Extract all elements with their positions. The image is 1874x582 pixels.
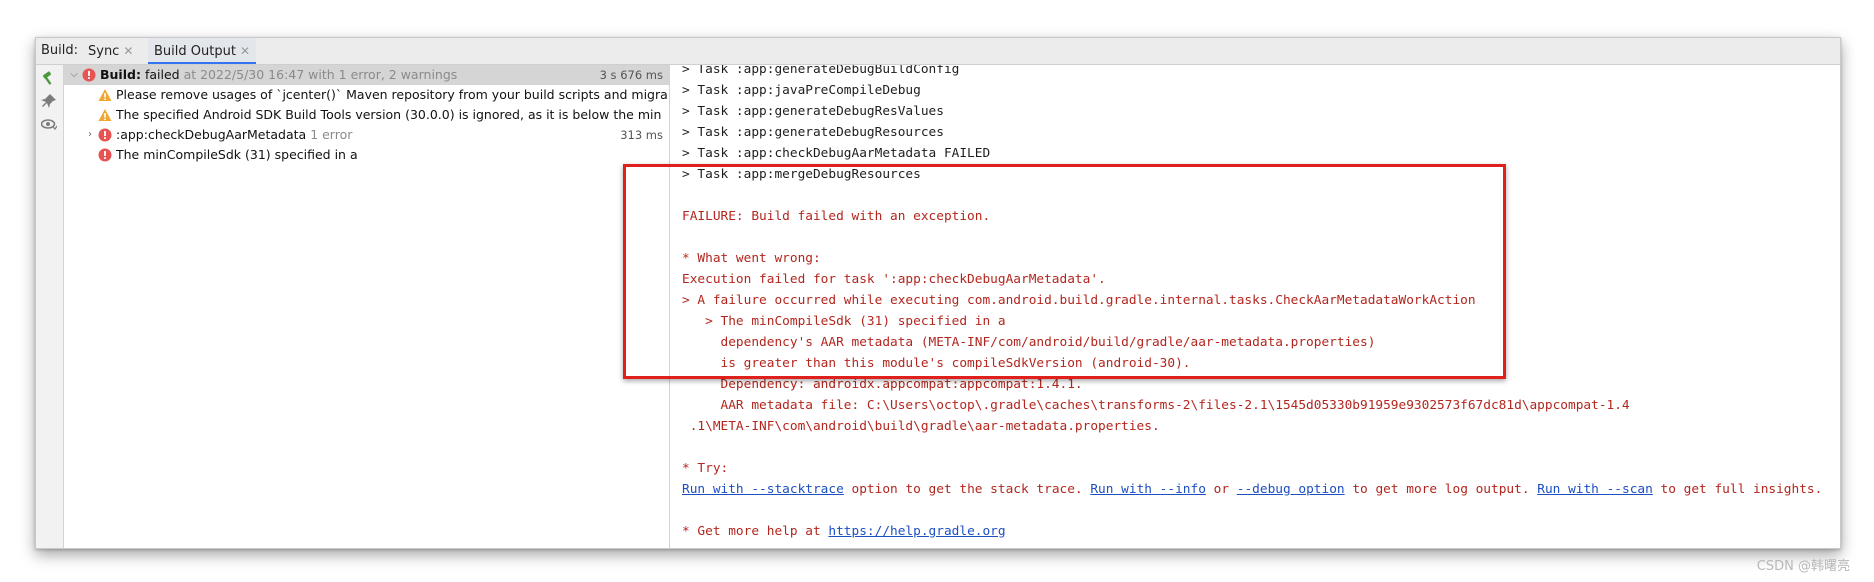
try-text: to get more log output.	[1344, 482, 1538, 497]
build-tabbar: Build: Sync ✕ Build Output ✕	[36, 38, 1840, 65]
warning-text: The specified Android SDK Build Tools ve…	[116, 107, 662, 122]
failure-line: Dependency: androidx.appcompat:appcompat…	[682, 377, 1083, 392]
build-tree: ⌵ Build: failed at 2022/5/30 16:47 with …	[64, 65, 670, 548]
try-text: to get full insights.	[1652, 482, 1823, 497]
tree-root-row[interactable]: ⌵ Build: failed at 2022/5/30 16:47 with …	[64, 65, 669, 85]
failure-line: FAILURE: Build failed with an exception.	[682, 209, 991, 224]
build-tool-window: Build: Sync ✕ Build Output ✕ ⌵ Build: fa…	[35, 37, 1841, 549]
scan-link[interactable]: Run with --scan	[1537, 482, 1653, 497]
help-prefix: * Get more help at	[682, 524, 829, 539]
warning-icon	[98, 109, 112, 121]
tree-warning-row[interactable]: Please remove usages of `jcenter()` Mave…	[64, 85, 669, 105]
failure-line: AAR metadata file: C:\Users\octop\.gradl…	[682, 398, 1630, 413]
tool-strip	[36, 65, 64, 548]
failure-line: Execution failed for task ':app:checkDeb…	[682, 272, 1106, 287]
failure-line: .1\META-INF\com\android\build\gradle\aar…	[682, 419, 1160, 434]
try-label: * Try:	[682, 461, 729, 476]
failure-line: * What went wrong:	[682, 251, 821, 266]
build-console[interactable]: > Task :app:generateDebugBuildConfig > T…	[670, 65, 1840, 548]
task-duration: 313 ms	[620, 128, 663, 142]
chevron-down-icon[interactable]: ⌵	[68, 65, 80, 85]
warning-text: Please remove usages of `jcenter()` Mave…	[116, 87, 668, 102]
watermark: CSDN @韩曙亮	[1756, 559, 1850, 574]
task-line: > Task :app:mergeDebugResources	[682, 167, 921, 182]
failure-line: is greater than this module's compileSdk…	[682, 356, 1191, 371]
chevron-right-icon[interactable]: ›	[84, 125, 96, 145]
task-line: > Task :app:generateDebugResources	[682, 125, 944, 140]
root-status: failed	[144, 67, 180, 82]
root-detail: at 2022/5/30 16:47 with 1 error, 2 warni…	[183, 67, 458, 82]
failure-line: > A failure occurred while executing com…	[682, 293, 1476, 308]
error-icon	[98, 148, 112, 162]
pin-icon[interactable]	[41, 93, 57, 109]
tab-build-output[interactable]: Build Output ✕	[148, 38, 256, 64]
info-link[interactable]: Run with --info	[1090, 482, 1206, 497]
task-line: > Task :app:generateDebugBuildConfig	[682, 65, 960, 77]
task-line: > Task :app:checkDebugAarMetadata FAILED	[682, 146, 991, 161]
close-icon[interactable]: ✕	[240, 44, 250, 58]
tree-error-row[interactable]: The minCompileSdk (31) specified in a	[64, 145, 669, 165]
failure-line: > The minCompileSdk (31) specified in a	[682, 314, 1006, 329]
build-panel-title: Build:	[41, 43, 79, 58]
error-text: The minCompileSdk (31) specified in a	[116, 147, 358, 162]
warning-icon	[98, 89, 112, 101]
task-line: > Task :app:generateDebugResValues	[682, 104, 944, 119]
tree-warning-row[interactable]: The specified Android SDK Build Tools ve…	[64, 105, 669, 125]
help-line: * Get more help at https://help.gradle.o…	[682, 521, 1006, 542]
try-line: Run with --stacktrace option to get the …	[682, 479, 1822, 500]
help-link[interactable]: https://help.gradle.org	[828, 524, 1005, 539]
task-error-count: 1 error	[310, 127, 353, 142]
hammer-icon[interactable]	[41, 70, 57, 86]
close-icon[interactable]: ✕	[123, 44, 133, 58]
error-icon	[98, 128, 112, 142]
root-label: Build:	[100, 67, 141, 82]
task-label: :app:checkDebugAarMetadata	[116, 127, 307, 142]
tab-sync-label: Sync	[88, 44, 120, 59]
failure-line: dependency's AAR metadata (META-INF/com/…	[682, 335, 1376, 350]
try-text: or	[1205, 482, 1237, 497]
tab-sync[interactable]: Sync ✕	[82, 38, 139, 64]
error-icon	[82, 68, 96, 82]
tree-task-row[interactable]: › :app:checkDebugAarMetadata 1 error 313…	[64, 125, 669, 145]
task-line: > Task :app:javaPreCompileDebug	[682, 83, 921, 98]
root-duration: 3 s 676 ms	[593, 65, 663, 85]
stacktrace-link[interactable]: Run with --stacktrace	[682, 482, 844, 497]
eye-icon[interactable]	[41, 116, 57, 132]
debug-link[interactable]: --debug option	[1237, 482, 1345, 497]
try-text: option to get the stack trace.	[843, 482, 1091, 497]
tab-build-output-label: Build Output	[154, 44, 236, 59]
